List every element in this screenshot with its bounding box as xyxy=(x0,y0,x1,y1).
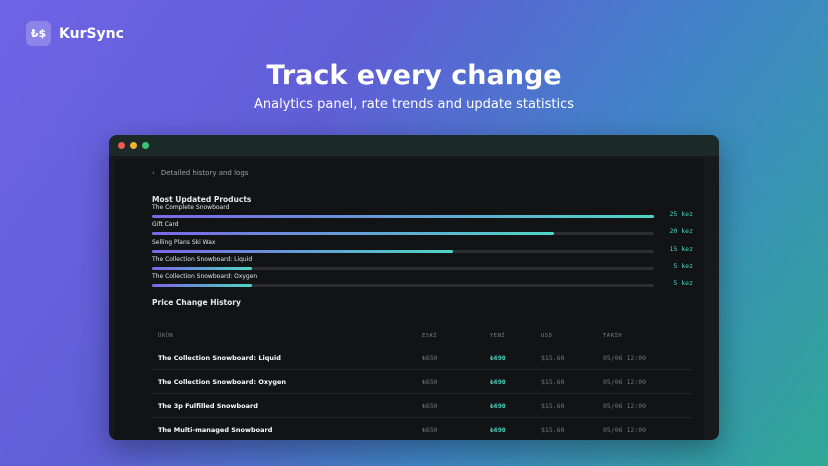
column-header-old: ESKİ xyxy=(422,333,438,339)
content-panel: ‹ Detailed history and logs Most Updated… xyxy=(114,159,704,440)
product-bar-item: The Collection Snowboard: Oxygen xyxy=(152,273,654,287)
cell-usd: $15.60 xyxy=(541,402,565,410)
column-header-product: ÜRÜN xyxy=(158,333,174,339)
cell-usd: $15.60 xyxy=(541,426,565,434)
brand-name: KurSync xyxy=(59,25,124,42)
product-update-count: 5 kez xyxy=(673,262,693,270)
most-updated-title: Most Updated Products xyxy=(152,195,252,204)
cell-old: ₺650 xyxy=(422,378,438,386)
product-update-count: 25 kez xyxy=(669,210,693,218)
cell-date: 05/06 12:00 xyxy=(603,402,647,410)
product-bar-track xyxy=(152,232,654,235)
product-bar-fill xyxy=(152,232,554,235)
table-row[interactable]: The 3p Fulfilled Snowboard ₺650 ₺690 $15.60… xyxy=(152,394,692,418)
chevron-left-icon: ‹ xyxy=(152,169,155,177)
product-bar-track xyxy=(152,215,654,218)
product-bar-track xyxy=(152,267,654,270)
product-bar-fill xyxy=(152,215,654,218)
cell-new: ₺690 xyxy=(490,378,506,386)
table-row[interactable]: The Collection Snowboard: Liquid ₺650 ₺690… xyxy=(152,346,692,370)
product-bar-item: Gift Card xyxy=(152,221,654,235)
app-window: ‹ Detailed history and logs Most Updated… xyxy=(109,135,719,440)
product-bar-track xyxy=(152,284,654,287)
price-history-title: Price Change History xyxy=(152,298,241,307)
cell-old: ₺650 xyxy=(422,402,438,410)
cell-date: 05/06 12:00 xyxy=(603,426,647,434)
cell-date: 05/06 12:00 xyxy=(603,378,647,386)
table-row[interactable]: The Collection Snowboard: Oxygen ₺650 ₺690… xyxy=(152,370,692,394)
cell-usd: $15.60 xyxy=(541,378,565,386)
cell-old: ₺650 xyxy=(422,354,438,362)
cell-new: ₺690 xyxy=(490,426,506,434)
hero-title: Track every change xyxy=(266,60,562,91)
cell-old: ₺650 xyxy=(422,426,438,434)
brand: ₺$ KurSync xyxy=(26,21,124,46)
product-update-count: 20 kez xyxy=(669,227,693,235)
product-bar-item: The Collection Snowboard: Liquid xyxy=(152,256,654,270)
product-bar-fill xyxy=(152,267,253,270)
cell-product: The Multi-managed Snowboard xyxy=(158,426,273,434)
back-label: Detailed history and logs xyxy=(160,169,249,177)
cell-product: The Collection Snowboard: Liquid xyxy=(158,354,281,362)
product-bar-label: The Collection Snowboard: Oxygen xyxy=(152,273,258,280)
product-bar-fill xyxy=(152,284,253,287)
column-header-usd: USD xyxy=(541,333,553,339)
product-bar-item: Selling Plans Ski Wax xyxy=(152,239,654,253)
product-bar-label: Selling Plans Ski Wax xyxy=(152,239,216,246)
product-update-count: 5 kez xyxy=(673,279,693,287)
product-bar-label: Gift Card xyxy=(152,221,179,228)
cell-new: ₺690 xyxy=(490,402,506,410)
table-header: ÜRÜN ESKİ YENİ USD TARİH xyxy=(152,333,692,345)
product-bar-label: The Collection Snowboard: Liquid xyxy=(152,256,253,263)
window-titlebar xyxy=(109,135,719,156)
cell-product: The 3p Fulfilled Snowboard xyxy=(158,402,258,410)
cell-usd: $15.60 xyxy=(541,354,565,362)
cell-new: ₺690 xyxy=(490,354,506,362)
back-link[interactable]: ‹ Detailed history and logs xyxy=(152,169,248,177)
product-update-count: 15 kez xyxy=(669,245,693,253)
product-bar-fill xyxy=(152,250,454,253)
product-bar-track xyxy=(152,250,654,253)
minimize-icon[interactable] xyxy=(130,142,137,149)
cell-date: 05/06 12:00 xyxy=(603,354,647,362)
product-bar-item: The Complete Snowboard xyxy=(152,204,654,218)
close-icon[interactable] xyxy=(118,142,125,149)
hero-subtitle: Analytics panel, rate trends and update … xyxy=(253,97,575,112)
column-header-new: YENİ xyxy=(490,333,506,339)
table-row[interactable]: The Multi-managed Snowboard ₺650 ₺690 $15.6… xyxy=(152,418,692,440)
product-bar-label: The Complete Snowboard xyxy=(152,204,230,211)
column-header-date: TARİH xyxy=(603,333,623,339)
brand-logo-icon: ₺$ xyxy=(26,21,51,46)
cell-product: The Collection Snowboard: Oxygen xyxy=(158,378,287,386)
maximize-icon[interactable] xyxy=(142,142,149,149)
